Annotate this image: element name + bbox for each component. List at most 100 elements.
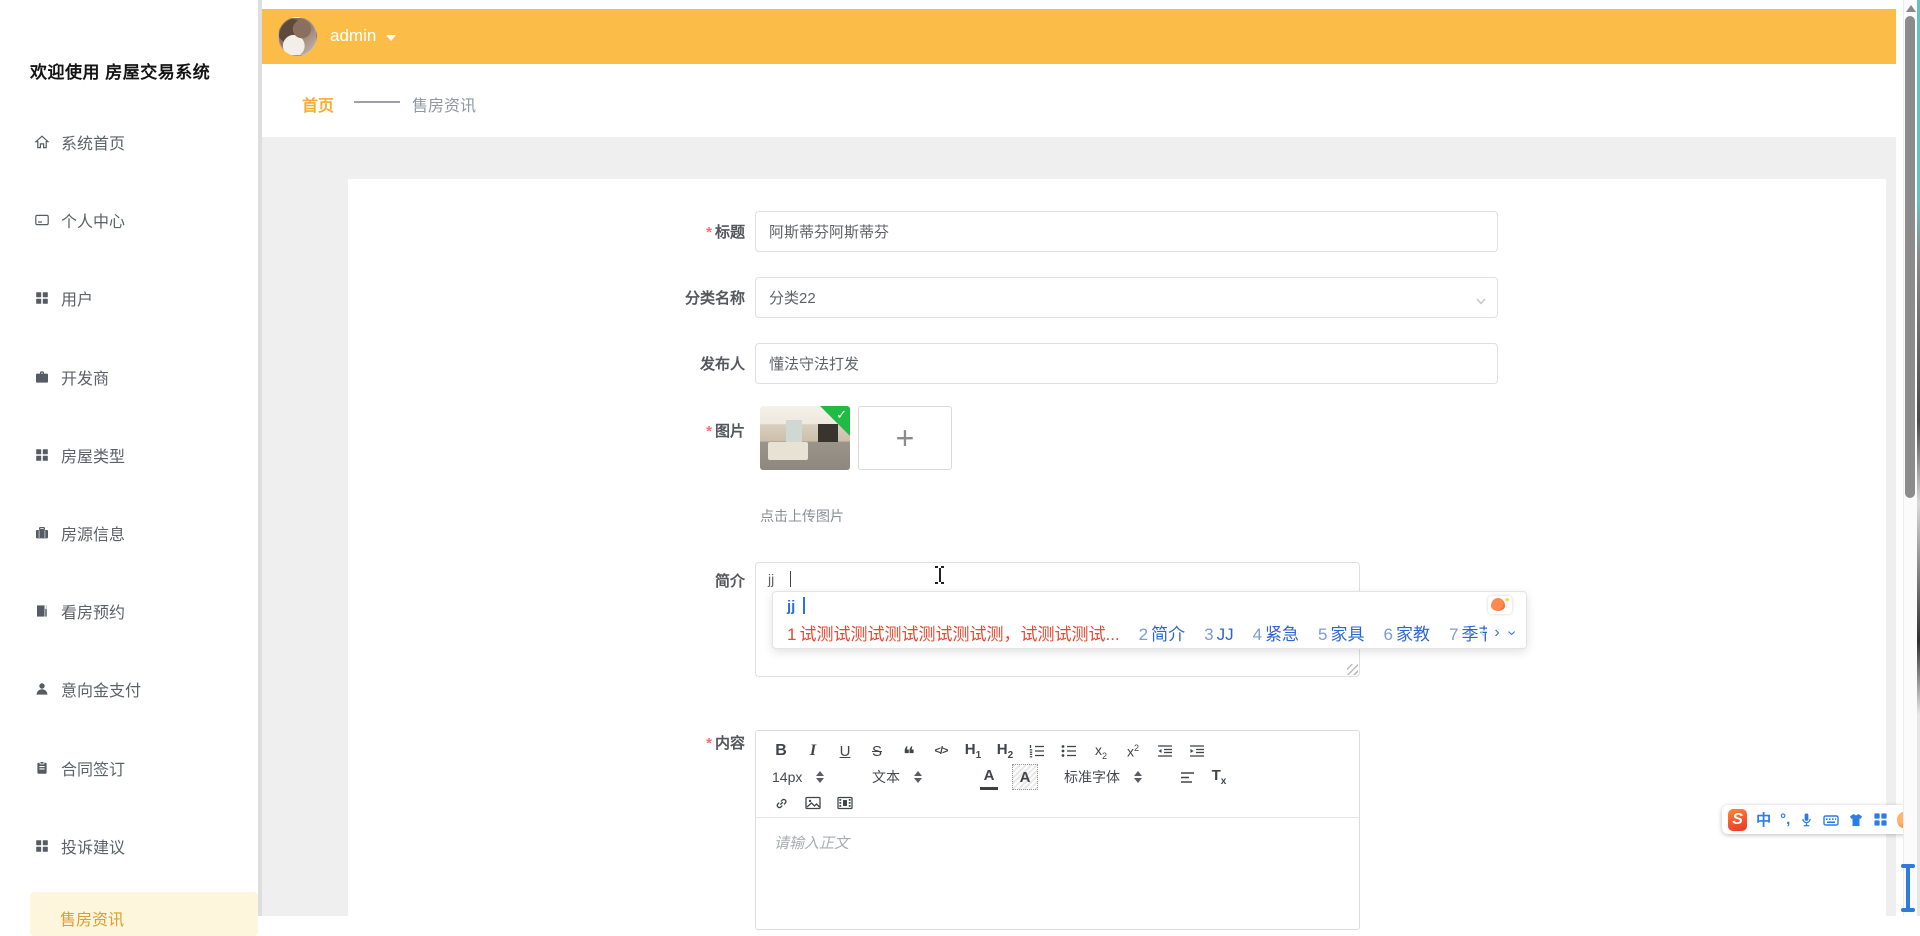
sidebar-item-personal-center[interactable]: 个人中心: [0, 200, 258, 240]
paragraph-dropdown[interactable]: 文本: [872, 767, 950, 787]
skin-icon[interactable]: [1848, 813, 1864, 827]
category-value: 分类22: [769, 287, 816, 308]
username[interactable]: admin: [330, 26, 376, 46]
toolbar-row-2: 14px 文本 A A 标准字体 Tx: [772, 764, 1343, 790]
italic-icon[interactable]: I: [804, 740, 822, 762]
link-icon[interactable]: [772, 792, 790, 814]
grid-icon: [33, 290, 50, 307]
chinese-mode-icon[interactable]: 中: [1756, 809, 1771, 830]
background-color-icon[interactable]: A: [1012, 764, 1038, 790]
sidebar-item-developers[interactable]: 开发商: [0, 357, 258, 397]
sidebar-item-house-types[interactable]: 房屋类型: [0, 435, 258, 475]
toolbar-row-1: BIUS ❝ </> H1 H2 x2 x2: [772, 738, 1343, 764]
expand-icon[interactable]: ›: [1502, 630, 1520, 635]
resize-grip[interactable]: [1347, 664, 1358, 675]
image-icon[interactable]: [804, 792, 822, 814]
ime-candidate-2[interactable]: 2简介: [1139, 620, 1185, 645]
category-label: 分类名称: [625, 287, 745, 308]
sidebar-item-contract-signing[interactable]: 合同签订: [0, 748, 258, 788]
sidebar-item-sale-news-active[interactable]: 售房资讯: [30, 892, 258, 936]
chevron-down-icon[interactable]: [386, 35, 396, 41]
sogou-logo-icon[interactable]: S: [1728, 809, 1747, 831]
ime-status-bar: S 中 °,: [1722, 805, 1916, 834]
sidebar-item-label: 房源信息: [61, 521, 125, 545]
ime-candidate-list: 1试测试测试测试测试测试测，试测试测试...2简介3JJ4紧急5家具6家教7季节: [787, 620, 1487, 645]
code-icon[interactable]: </>: [932, 740, 950, 762]
candidate-text: 试测试测试测试测试测试测，试测试测试...: [799, 625, 1119, 644]
content-label: *内容: [625, 732, 745, 753]
prev-page-icon[interactable]: ‹: [1480, 624, 1485, 642]
superscript-icon[interactable]: x2: [1124, 740, 1142, 762]
text-color-icon[interactable]: A: [980, 765, 998, 790]
font-size-dropdown[interactable]: 14px: [772, 769, 836, 785]
blockquote-icon[interactable]: ❝: [900, 740, 918, 762]
sidebar-active-label: 售房资讯: [60, 906, 124, 930]
candidate-text: 紧急: [1265, 625, 1299, 644]
video-icon[interactable]: [836, 792, 854, 814]
outdent-icon[interactable]: [1156, 740, 1174, 762]
ime-candidate-6[interactable]: 6家教: [1384, 620, 1430, 645]
title-label: *标题: [625, 221, 745, 242]
microphone-icon[interactable]: [1799, 812, 1814, 827]
sidebar-item-deposit-payment[interactable]: 意向金支付: [0, 669, 258, 709]
sidebar-item-complaints[interactable]: 投诉建议: [0, 826, 258, 866]
ime-candidate-3[interactable]: 3JJ: [1204, 625, 1233, 645]
bold-icon[interactable]: B: [772, 740, 790, 762]
subscript-icon[interactable]: x2: [1092, 740, 1110, 762]
ime-candidate-4[interactable]: 4紧急: [1253, 620, 1299, 645]
breadcrumb-home[interactable]: 首页: [302, 92, 334, 116]
punctuation-icon[interactable]: °,: [1780, 811, 1790, 828]
next-page-icon[interactable]: ›: [1494, 624, 1499, 642]
align-icon[interactable]: [1178, 766, 1196, 788]
upload-hint: 点击上传图片: [760, 506, 844, 526]
avatar[interactable]: [278, 17, 317, 56]
h1-icon[interactable]: H1: [964, 740, 982, 762]
indent-icon[interactable]: [1188, 740, 1206, 762]
candidate-text: 家具: [1331, 625, 1365, 644]
sidebar-item-label: 用户: [61, 286, 93, 310]
toolbar-row-3: [772, 790, 1343, 816]
home-icon: [33, 134, 50, 151]
updown-icon: [914, 771, 922, 783]
publisher-input[interactable]: 懂法守法打发: [755, 343, 1498, 384]
sidebar-item-label: 系统首页: [61, 130, 125, 154]
editor-toolbar: BIUS ❝ </> H1 H2 x2 x2 14px 文本 A A 标准字体 Tx: [756, 731, 1359, 818]
keyboard-icon[interactable]: [1823, 813, 1839, 827]
header-bar: admin: [262, 9, 1896, 64]
ime-caret: [803, 597, 805, 614]
font-family-dropdown[interactable]: 标准字体: [1064, 767, 1142, 787]
ime-emoji-badge-icon[interactable]: ✦: [1488, 596, 1512, 614]
ime-cursor-indicator: [1899, 862, 1917, 914]
sidebar-item-users[interactable]: 用户: [0, 278, 258, 318]
sidebar-item-listings[interactable]: 房源信息: [0, 513, 258, 553]
candidate-text: 家教: [1396, 625, 1430, 644]
toolbox-icon[interactable]: [1873, 812, 1888, 827]
editor-placeholder[interactable]: 请输入正文: [774, 832, 849, 853]
title-input[interactable]: 阿斯蒂芬阿斯蒂芬: [755, 211, 1498, 252]
h2-icon[interactable]: H2: [996, 740, 1014, 762]
underline-icon[interactable]: U: [836, 740, 854, 762]
sidebar: 欢迎使用 房屋交易系统 系统首页个人中心用户开发商房屋类型房源信息看房预约意向金…: [0, 0, 258, 916]
ime-candidate-1[interactable]: 1试测试测试测试测试测试测，试测试测试...: [787, 620, 1120, 645]
image-label: *图片: [625, 420, 745, 441]
chevron-down-icon: [1475, 295, 1485, 305]
sidebar-item-viewing-appointments[interactable]: 看房预约: [0, 591, 258, 631]
candidate-number: 6: [1384, 625, 1393, 644]
sidebar-item-home[interactable]: 系统首页: [0, 122, 258, 162]
strike-icon[interactable]: S: [868, 740, 886, 762]
intro-label: 简介: [625, 570, 745, 591]
candidate-number: 7: [1449, 625, 1458, 644]
clipboard-icon: [33, 760, 50, 777]
clear-format-icon[interactable]: Tx: [1210, 766, 1228, 788]
bullet-list-icon[interactable]: [1060, 740, 1078, 762]
add-image-button[interactable]: +: [858, 406, 952, 470]
ordered-list-icon[interactable]: [1028, 740, 1046, 762]
scrollbar-thumb[interactable]: [1905, 16, 1915, 498]
uploaded-image-thumbnail[interactable]: ✓: [760, 406, 850, 470]
ime-candidate-5[interactable]: 5家具: [1318, 620, 1364, 645]
ime-candidate-window: jj ✦ 1试测试测试测试测试测试测，试测试测试...2简介3JJ4紧急5家具6…: [772, 591, 1527, 649]
candidate-text: JJ: [1217, 625, 1234, 644]
sidebar-item-label: 看房预约: [61, 599, 125, 623]
category-select[interactable]: 分类22: [755, 277, 1498, 318]
scrollbar-up-arrow[interactable]: [1906, 5, 1916, 12]
